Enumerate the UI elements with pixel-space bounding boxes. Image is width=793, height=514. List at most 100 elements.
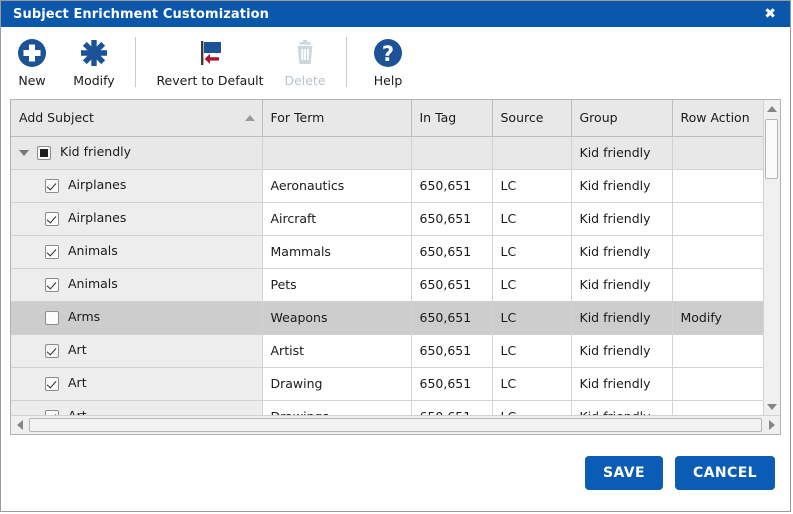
- toolbar-divider-2: [346, 37, 347, 87]
- scroll-left-button[interactable]: [11, 420, 28, 430]
- row-checkbox[interactable]: [45, 376, 59, 391]
- cell-row-action: [672, 169, 763, 203]
- cell-in-tag: 650,651: [411, 301, 493, 335]
- cell-add-subject: Art: [11, 400, 263, 415]
- help-button[interactable]: ? Help: [357, 33, 419, 88]
- column-header-for-term[interactable]: For Term: [262, 100, 412, 137]
- column-header-row-action[interactable]: Row Action: [672, 100, 763, 137]
- table-row[interactable]: Animals Pets 650,651 LC Kid friendly: [11, 268, 763, 302]
- cell-add-subject: Airplanes: [11, 169, 263, 203]
- column-header-in-tag-label: In Tag: [419, 110, 457, 126]
- cell-group: Kid friendly: [571, 400, 673, 415]
- cell-row-action: [672, 235, 763, 269]
- table-row[interactable]: Arms Weapons 650,651 LC Kid friendly Modify: [11, 301, 763, 335]
- revert-to-default-button[interactable]: Revert to Default: [146, 33, 274, 88]
- dialog-window: Subject Enrichment Customization ✖ New M…: [0, 0, 791, 512]
- table-row[interactable]: ArtDrawings650,651LCKid friendly: [11, 400, 763, 415]
- vertical-scroll-thumb[interactable]: [765, 119, 778, 179]
- grid-body-area: Add Subject For Term In Tag Source Group…: [11, 100, 780, 415]
- toolbar-group-actions: Revert to Default Delete: [146, 33, 336, 88]
- subject-label: Airplanes: [68, 177, 127, 193]
- row-checkbox[interactable]: [45, 343, 59, 358]
- table-row[interactable]: Airplanes Aircraft 650,651 LC Kid friendly: [11, 202, 763, 236]
- row-checkbox[interactable]: [45, 244, 59, 259]
- delete-button-label: Delete: [284, 73, 326, 88]
- revert-to-default-button-label: Revert to Default: [156, 73, 264, 88]
- table-row[interactable]: Art Drawing 650,651 LC Kid friendly: [11, 367, 763, 401]
- row-checkbox[interactable]: [45, 310, 59, 325]
- subject-cell-content: Animals: [19, 269, 261, 301]
- table-row[interactable]: Art Artist 650,651 LC Kid friendly: [11, 334, 763, 368]
- horizontal-scroll-track[interactable]: [28, 416, 763, 434]
- vertical-scroll-track[interactable]: [764, 117, 780, 398]
- save-button[interactable]: SAVE: [585, 456, 663, 490]
- expand-collapse-icon[interactable]: [19, 149, 29, 156]
- cell-source: LC: [492, 334, 572, 368]
- chevron-right-icon: [768, 420, 775, 430]
- sort-ascending-icon: [244, 114, 255, 121]
- subject-cell-content: Airplanes: [19, 203, 261, 235]
- cell-source: LC: [492, 367, 572, 401]
- cell-group: Kid friendly: [571, 136, 673, 170]
- cell-add-subject: Kid friendly: [11, 136, 263, 170]
- new-button[interactable]: New: [1, 33, 63, 88]
- column-header-in-tag[interactable]: In Tag: [411, 100, 493, 137]
- column-header-row-action-label: Row Action: [680, 110, 750, 126]
- column-header-source[interactable]: Source: [492, 100, 572, 137]
- cell-row-action: [672, 202, 763, 236]
- subject-label: Arms: [68, 309, 101, 325]
- cell-in-tag: 650,651: [411, 334, 493, 368]
- cell-source: [492, 136, 572, 170]
- row-checkbox[interactable]: [45, 178, 59, 193]
- cell-for-term: Pets: [262, 268, 412, 302]
- table-row[interactable]: Kid friendly Kid friendly: [11, 136, 763, 170]
- table-row[interactable]: Animals Mammals 650,651 LC Kid friendly: [11, 235, 763, 269]
- asterisk-icon: [78, 35, 110, 71]
- toolbar-divider-1: [135, 37, 136, 87]
- grid-table: Add Subject For Term In Tag Source Group…: [11, 100, 763, 415]
- scroll-right-button[interactable]: [763, 420, 780, 430]
- cell-row-action: [672, 136, 763, 170]
- cell-group: Kid friendly: [571, 367, 673, 401]
- dialog-title: Subject Enrichment Customization: [13, 6, 270, 22]
- table-row[interactable]: Airplanes Aeronautics 650,651 LC Kid friendl…: [11, 169, 763, 203]
- row-checkbox[interactable]: [45, 277, 59, 292]
- cell-row-action[interactable]: Modify: [672, 301, 763, 335]
- scroll-down-button[interactable]: [764, 398, 780, 415]
- cell-for-term: Aircraft: [262, 202, 412, 236]
- row-checkbox[interactable]: [37, 145, 51, 160]
- scroll-up-button[interactable]: [764, 100, 780, 117]
- subject-cell-content: Arms: [19, 302, 261, 334]
- modify-button[interactable]: Modify: [63, 33, 125, 88]
- cell-group: Kid friendly: [571, 334, 673, 368]
- new-button-label: New: [18, 73, 46, 88]
- cancel-button[interactable]: CANCEL: [675, 456, 775, 490]
- vertical-scrollbar[interactable]: [763, 100, 780, 415]
- horizontal-scroll-thumb[interactable]: [29, 418, 762, 432]
- cell-in-tag: 650,651: [411, 169, 493, 203]
- close-icon[interactable]: ✖: [760, 5, 780, 23]
- toolbar-group-help: ? Help: [357, 33, 419, 88]
- cell-in-tag: 650,651: [411, 202, 493, 236]
- column-header-group[interactable]: Group: [571, 100, 673, 137]
- row-checkbox[interactable]: [45, 211, 59, 226]
- subject-cell-content: Art: [19, 368, 261, 400]
- subject-cell-content: Art: [19, 401, 261, 415]
- help-button-label: Help: [373, 73, 403, 88]
- column-header-add-subject[interactable]: Add Subject: [11, 100, 263, 137]
- flag-revert-icon: [194, 35, 226, 71]
- subject-label: Animals: [68, 276, 118, 292]
- toolbar-group-edit: New Modify: [1, 33, 125, 88]
- cell-group: Kid friendly: [571, 268, 673, 302]
- chevron-left-icon: [16, 420, 23, 430]
- cell-source: LC: [492, 268, 572, 302]
- cell-in-tag: 650,651: [411, 268, 493, 302]
- cell-source: LC: [492, 169, 572, 203]
- grid-columns-area: Add Subject For Term In Tag Source Group…: [11, 100, 763, 415]
- row-checkbox[interactable]: [45, 409, 59, 415]
- cell-group: Kid friendly: [571, 235, 673, 269]
- horizontal-scrollbar[interactable]: [11, 415, 780, 434]
- cell-row-action: [672, 268, 763, 302]
- svg-text:?: ?: [382, 42, 394, 66]
- cell-in-tag: 650,651: [411, 367, 493, 401]
